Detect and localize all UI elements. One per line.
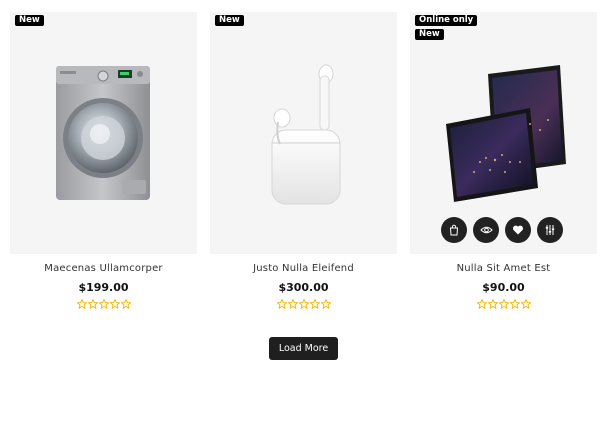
cart-icon bbox=[449, 224, 459, 236]
product-name[interactable]: Justo Nulla Eleifend bbox=[210, 262, 397, 275]
heart-icon bbox=[512, 225, 524, 235]
badge-group: New bbox=[15, 15, 44, 26]
star-rating bbox=[10, 299, 197, 311]
compare-button[interactable] bbox=[537, 217, 563, 243]
star-rating bbox=[210, 299, 397, 311]
badge-group: Online only New bbox=[415, 15, 478, 40]
sliders-icon bbox=[545, 225, 555, 235]
quick-view-button[interactable] bbox=[473, 217, 499, 243]
star-icon bbox=[109, 299, 120, 309]
star-icon bbox=[98, 299, 109, 309]
star-icon bbox=[487, 299, 498, 309]
product-thumbnail[interactable]: Online only New bbox=[410, 12, 597, 254]
product-thumbnail[interactable]: New bbox=[210, 12, 397, 254]
badge-group: New bbox=[215, 15, 244, 26]
product-info: Nulla Sit Amet Est $90.00 bbox=[410, 254, 597, 311]
star-icon bbox=[509, 299, 520, 309]
product-info: Maecenas Ullamcorper $199.00 bbox=[10, 254, 197, 311]
product-name[interactable]: Maecenas Ullamcorper bbox=[10, 262, 197, 275]
product-grid: New Maecenas Ullamcorper $199.00 New Jus… bbox=[10, 12, 600, 322]
star-icon bbox=[476, 299, 487, 309]
product-name[interactable]: Nulla Sit Amet Est bbox=[410, 262, 597, 275]
new-badge: New bbox=[215, 15, 244, 26]
product-price: $90.00 bbox=[482, 281, 525, 294]
star-icon bbox=[276, 299, 287, 309]
product-actions bbox=[441, 217, 563, 243]
online-only-badge: Online only bbox=[415, 15, 478, 26]
new-badge: New bbox=[15, 15, 44, 26]
washing-machine-image[interactable] bbox=[10, 12, 197, 254]
product-card[interactable]: Online only New Nulla Sit Amet Est $90.0… bbox=[410, 12, 597, 311]
eye-icon bbox=[479, 226, 493, 234]
star-icon bbox=[76, 299, 87, 309]
star-icon bbox=[287, 299, 298, 309]
product-thumbnail[interactable]: New bbox=[10, 12, 197, 254]
star-icon bbox=[87, 299, 98, 309]
star-icon bbox=[320, 299, 331, 309]
star-icon bbox=[520, 299, 531, 309]
star-icon bbox=[120, 299, 131, 309]
new-badge: New bbox=[415, 29, 444, 40]
product-price: $300.00 bbox=[278, 281, 329, 294]
product-info: Justo Nulla Eleifend $300.00 bbox=[210, 254, 397, 311]
star-icon bbox=[498, 299, 509, 309]
star-icon bbox=[309, 299, 320, 309]
load-more-button[interactable]: Load More bbox=[269, 337, 338, 360]
star-icon bbox=[298, 299, 309, 309]
product-card[interactable]: New Maecenas Ullamcorper $199.00 bbox=[10, 12, 197, 311]
product-price: $199.00 bbox=[78, 281, 129, 294]
product-card[interactable]: New Justo Nulla Eleifend $300.00 bbox=[210, 12, 397, 311]
wireless-earbuds-image[interactable] bbox=[210, 12, 397, 254]
add-to-cart-button[interactable] bbox=[441, 217, 467, 243]
star-rating bbox=[410, 299, 597, 311]
add-to-wishlist-button[interactable] bbox=[505, 217, 531, 243]
